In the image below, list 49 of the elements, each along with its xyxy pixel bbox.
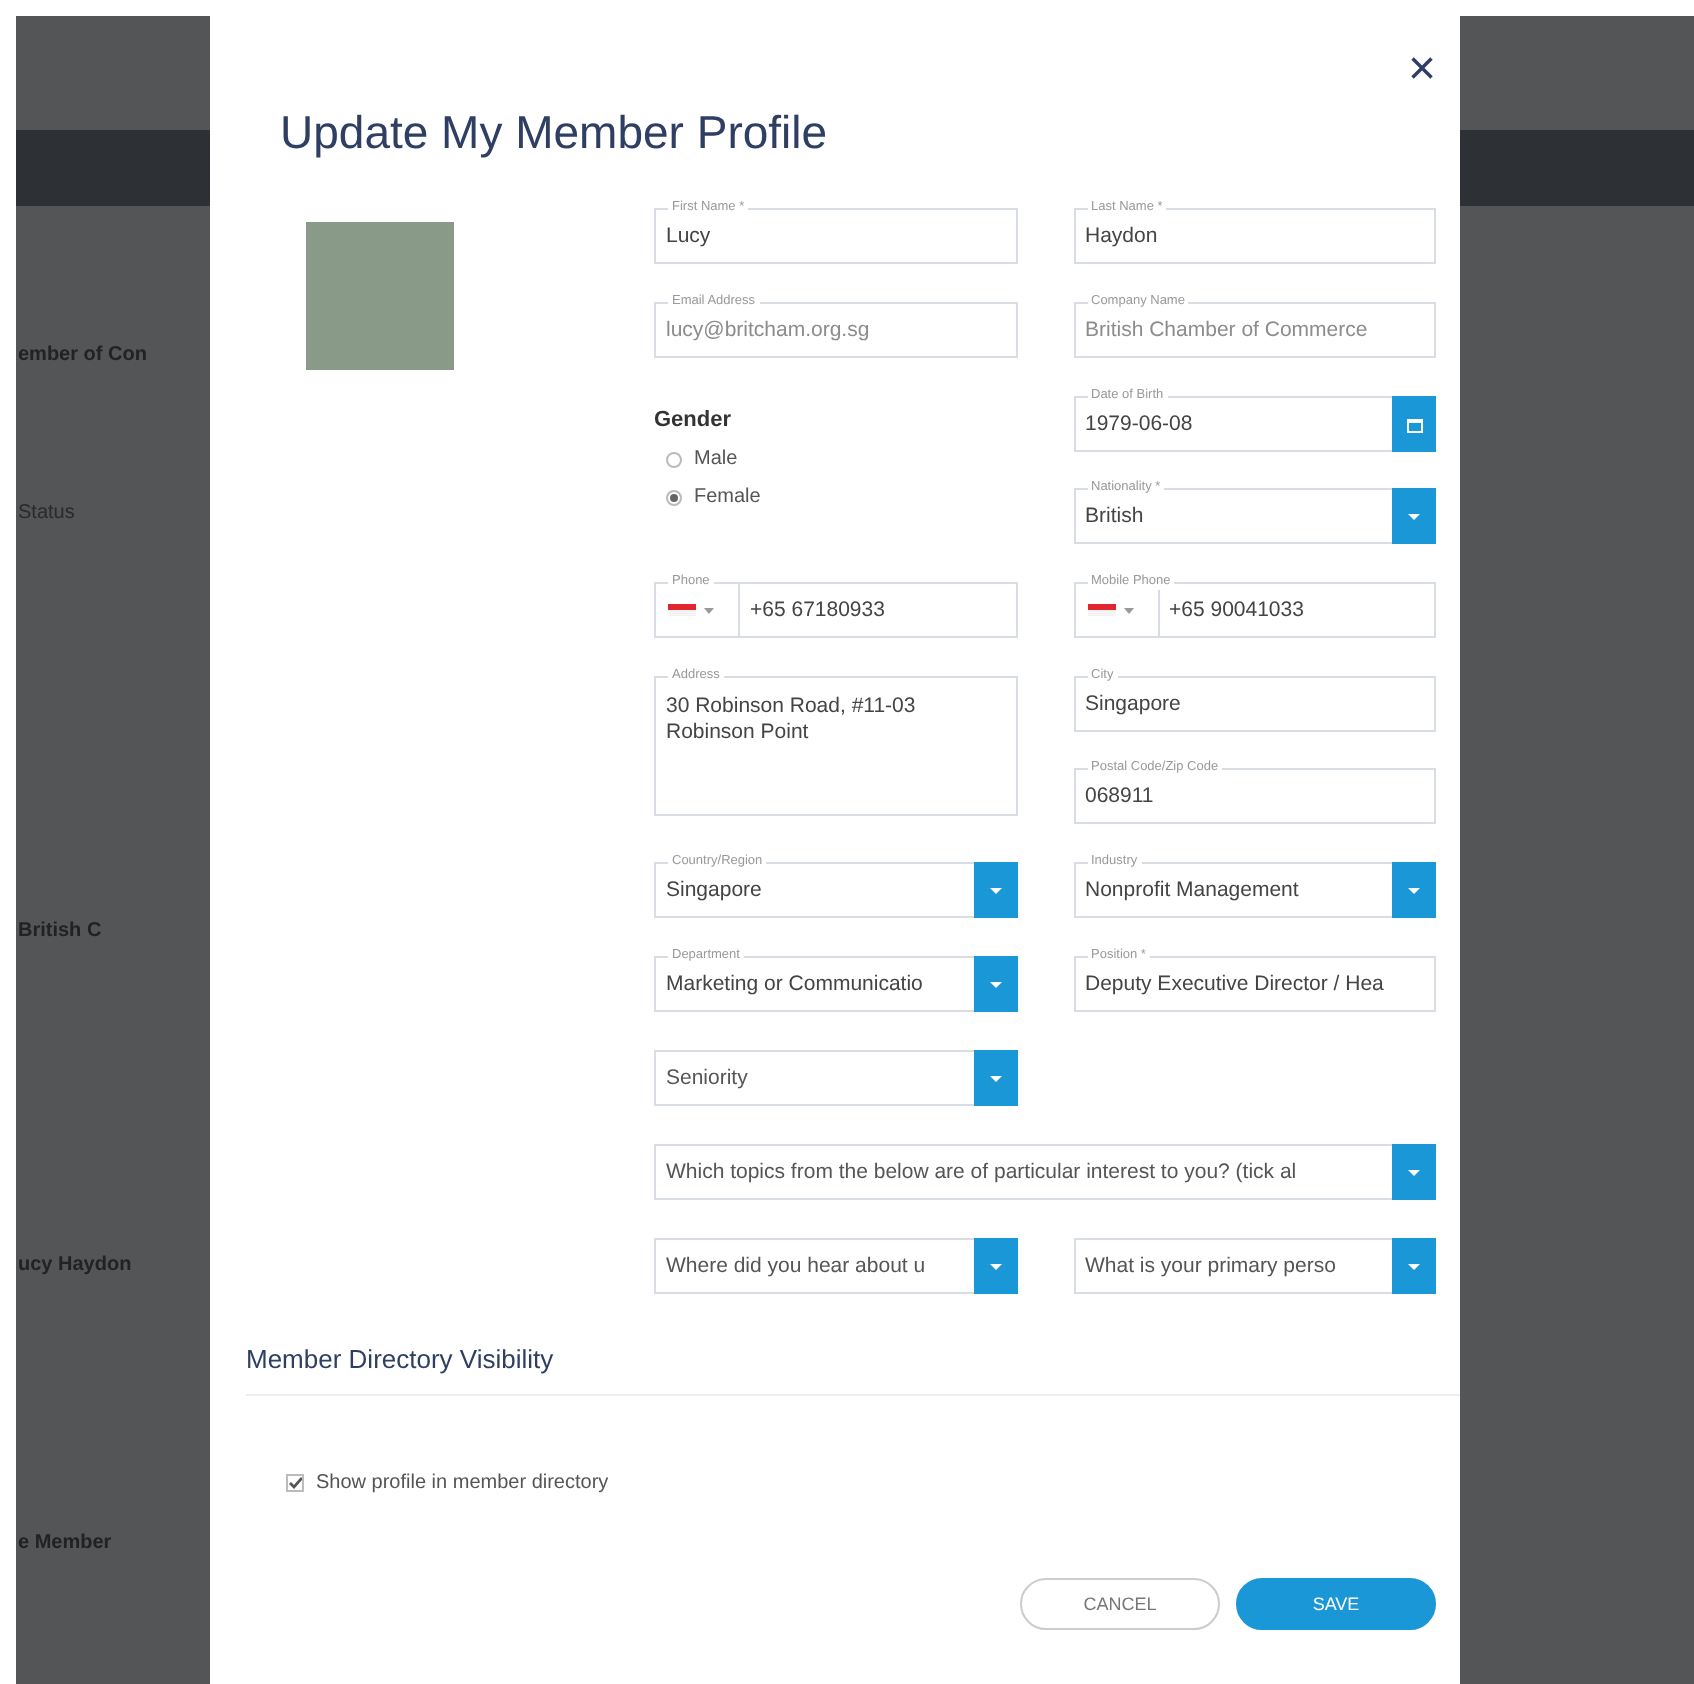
field-value: Singapore [1083, 692, 1183, 716]
caret-icon [1408, 887, 1420, 893]
field-value: Deputy Executive Director / Hea [1083, 972, 1386, 996]
field-value: Haydon [1083, 224, 1160, 248]
dropdown-field[interactable]: Where did you hear about u [654, 1238, 1017, 1294]
flag-icon [668, 604, 696, 616]
dialog-title: Update My Member Profile [280, 106, 830, 160]
dropdown-field[interactable]: Seniority [654, 1050, 1017, 1106]
field-value: lucy@britcham.org.sg [664, 318, 872, 342]
radio-option[interactable]: Male [666, 448, 1017, 470]
placeholder-text: Seniority [664, 1066, 750, 1090]
caret-icon [989, 981, 1001, 987]
placeholder-text: What is your primary perso [1083, 1254, 1338, 1278]
calendar-icon [1405, 415, 1423, 433]
caret-icon [989, 1263, 1001, 1269]
calendar-button[interactable] [1392, 396, 1436, 452]
dropdown-field[interactable]: What is your primary perso [1073, 1238, 1436, 1294]
caret-icon [989, 887, 1001, 893]
field-value: Marketing or Communicatio [664, 972, 925, 996]
section-heading: Member Directory Visibility [246, 1344, 1460, 1396]
group-label: Gender [654, 408, 734, 432]
caret-icon [989, 1075, 1001, 1081]
field-value: Singapore [664, 878, 764, 902]
caret-icon [1408, 1169, 1420, 1175]
field-value: +65 67180933 [748, 598, 887, 622]
field-value: British Chamber of Commerce [1083, 318, 1370, 342]
field-value: 068911 [1083, 784, 1156, 808]
dropdown-button[interactable] [973, 1238, 1017, 1294]
field-value: +65 90041033 [1167, 598, 1306, 622]
radio-option[interactable]: Female [666, 486, 1017, 508]
caret-icon [1408, 513, 1420, 519]
cancel-button[interactable]: CANCEL [1020, 1578, 1220, 1630]
field-value: Nonprofit Management [1083, 878, 1301, 902]
close-button[interactable]: × [1387, 46, 1456, 94]
caret-icon [1408, 1263, 1420, 1269]
placeholder-text: Which topics from the below are of particular interest to you? (tick al [664, 1160, 1299, 1184]
checkbox-option[interactable]: Show profile in member directory [286, 1472, 609, 1494]
dropdown-button[interactable] [973, 1050, 1017, 1106]
caret-icon [1123, 607, 1133, 613]
dropdown-button[interactable] [973, 862, 1017, 918]
flag-icon [1087, 604, 1115, 616]
field-value: 30 Robinson Road, #11-03 Robinson Point [664, 692, 918, 746]
dropdown-field[interactable]: Which topics from the below are of particular interest to you? (tick al [654, 1144, 1436, 1200]
field-value: British [1083, 504, 1146, 528]
placeholder-text: Where did you hear about u [664, 1254, 928, 1278]
field-value: Lucy [664, 224, 713, 248]
dropdown-button[interactable] [973, 956, 1017, 1012]
field-value: 1979-06-08 [1083, 412, 1195, 436]
caret-icon [704, 607, 714, 613]
